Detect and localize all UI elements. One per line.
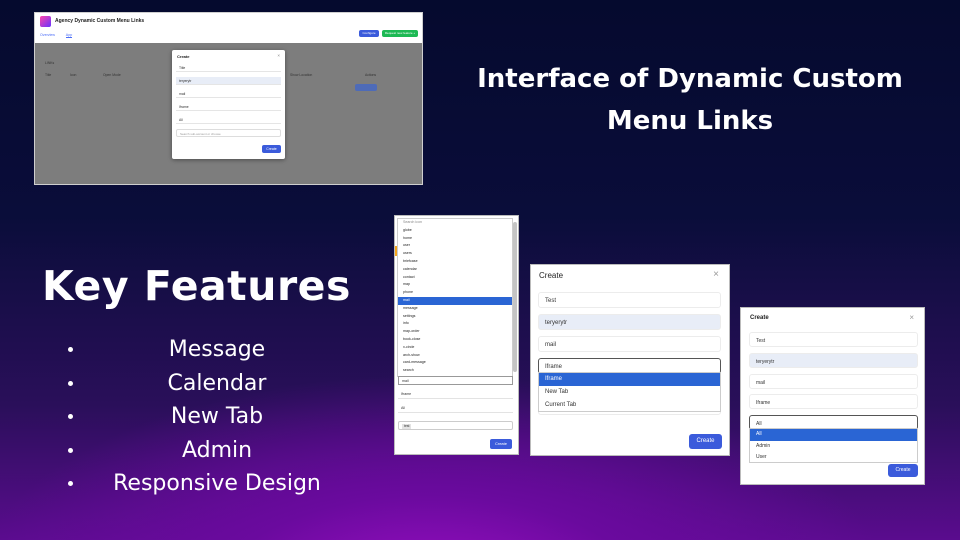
bullet-icon — [68, 414, 73, 419]
close-icon[interactable]: × — [713, 269, 719, 280]
list-item[interactable]: settings — [398, 313, 512, 321]
feature-item: Responsive Design — [62, 467, 342, 501]
subaccount-tag-input[interactable]: test — [398, 421, 513, 430]
modal-title: Create — [539, 271, 564, 280]
open-mode-field[interactable]: Iframe — [398, 390, 513, 399]
create-button[interactable]: Create — [490, 439, 512, 449]
add-link-button[interactable] — [355, 84, 377, 91]
close-icon[interactable]: × — [909, 313, 914, 322]
list-item[interactable]: home — [398, 235, 512, 243]
headline-line-1: Interface of Dynamic Custom — [477, 64, 903, 94]
option-all[interactable]: All — [750, 429, 917, 441]
tag-chip[interactable]: test — [402, 423, 412, 429]
modal-title: Create — [750, 315, 769, 321]
table-label: LINKs — [45, 61, 55, 65]
list-item[interactable]: users — [398, 250, 512, 258]
list-item[interactable]: book-close — [398, 336, 512, 344]
request-feature-button[interactable]: Request new feature + — [382, 30, 418, 37]
option-current-tab[interactable]: Current Tab — [539, 399, 720, 412]
title-field[interactable]: Test — [538, 292, 721, 308]
headline: Interface of Dynamic Custom Menu Links — [455, 58, 925, 142]
visibility-options: All Admin User — [749, 428, 918, 463]
title-field[interactable]: Title — [176, 64, 281, 72]
list-item[interactable]: map — [398, 281, 512, 289]
configure-button[interactable]: Configure — [359, 30, 379, 37]
list-item-selected[interactable]: mail — [398, 296, 512, 305]
list-item[interactable]: globe — [398, 227, 512, 235]
icon-field[interactable]: teryerytr — [749, 353, 918, 368]
modal-title: Create — [177, 54, 190, 59]
list-item[interactable]: contact — [398, 274, 512, 282]
visibility-screenshot: Create × Test teryerytr mail Iframe All … — [740, 307, 925, 485]
list-item[interactable]: search — [398, 367, 512, 375]
option-user[interactable]: User — [750, 452, 917, 464]
list-item[interactable]: map-order — [398, 328, 512, 336]
app-title: Agency Dynamic Custom Menu Links — [55, 18, 145, 24]
key-features-title: Key Features — [42, 262, 351, 310]
icon-field[interactable]: teryerytr — [538, 314, 721, 330]
option-new-tab[interactable]: New Tab — [539, 386, 720, 399]
icon-dropdown-screenshot: Search icon globe home user users briefc… — [394, 215, 519, 455]
list-item[interactable]: card-message — [398, 359, 512, 367]
list-item[interactable]: info — [398, 320, 512, 328]
list-item[interactable]: message — [398, 305, 512, 313]
list-item[interactable]: calendar — [398, 266, 512, 274]
feature-item: Message — [62, 333, 342, 367]
bullet-icon — [68, 447, 73, 453]
url-field[interactable]: mail — [538, 336, 721, 352]
list-item[interactable]: user — [398, 242, 512, 250]
create-modal: Create × Title teryerytr mail Iframe All… — [172, 50, 285, 159]
subaccount-select[interactable]: Search sub-account or choose — [176, 129, 281, 137]
open-mode-field[interactable]: Iframe — [176, 103, 281, 111]
icon-dropdown-list: Search icon globe home user users briefc… — [397, 218, 513, 377]
feature-item: New Tab — [62, 400, 342, 434]
option-admin[interactable]: Admin — [750, 441, 917, 453]
list-item[interactable]: Search icon — [398, 219, 512, 227]
feature-item: Admin — [62, 434, 342, 468]
close-icon[interactable]: × — [277, 53, 280, 58]
create-button[interactable]: Create — [689, 434, 722, 449]
list-item[interactable]: arch-show — [398, 352, 512, 360]
create-button[interactable]: Create — [888, 464, 918, 477]
bullet-icon — [68, 481, 73, 486]
visibility-field[interactable]: All — [398, 404, 513, 413]
url-field[interactable]: mail — [749, 374, 918, 389]
icon-field[interactable]: teryerytr — [176, 77, 281, 85]
app-screenshot-main: Agency Dynamic Custom Menu Links Overvie… — [34, 12, 423, 185]
url-field[interactable]: mail — [176, 90, 281, 98]
feature-list: Message Calendar New Tab Admin Responsiv… — [62, 333, 342, 501]
open-mode-options: Iframe New Tab Current Tab — [538, 372, 721, 412]
list-item[interactable]: phone — [398, 289, 512, 297]
bullet-icon — [68, 347, 73, 352]
headline-line-2: Menu Links — [606, 106, 774, 136]
tab-overview[interactable]: Overview — [40, 33, 55, 37]
icon-select-field[interactable]: mail — [398, 376, 513, 385]
open-mode-field[interactable]: Iframe — [749, 394, 918, 409]
tab-app[interactable]: App — [65, 33, 73, 38]
list-scrollbar[interactable] — [513, 222, 517, 372]
feature-item: Calendar — [62, 367, 342, 401]
list-item[interactable]: briefcase — [398, 258, 512, 266]
title-field[interactable]: Test — [749, 332, 918, 347]
app-logo-icon — [40, 16, 51, 27]
app-tabs: Overview App — [40, 33, 82, 41]
list-item[interactable]: x-circle — [398, 344, 512, 352]
create-button[interactable]: Create — [262, 145, 281, 153]
open-mode-screenshot: Create × Test teryerytr mail Iframe Ifra… — [530, 264, 730, 456]
bullet-icon — [68, 380, 73, 386]
visibility-field[interactable]: All — [176, 116, 281, 124]
option-iframe[interactable]: Iframe — [539, 373, 720, 386]
